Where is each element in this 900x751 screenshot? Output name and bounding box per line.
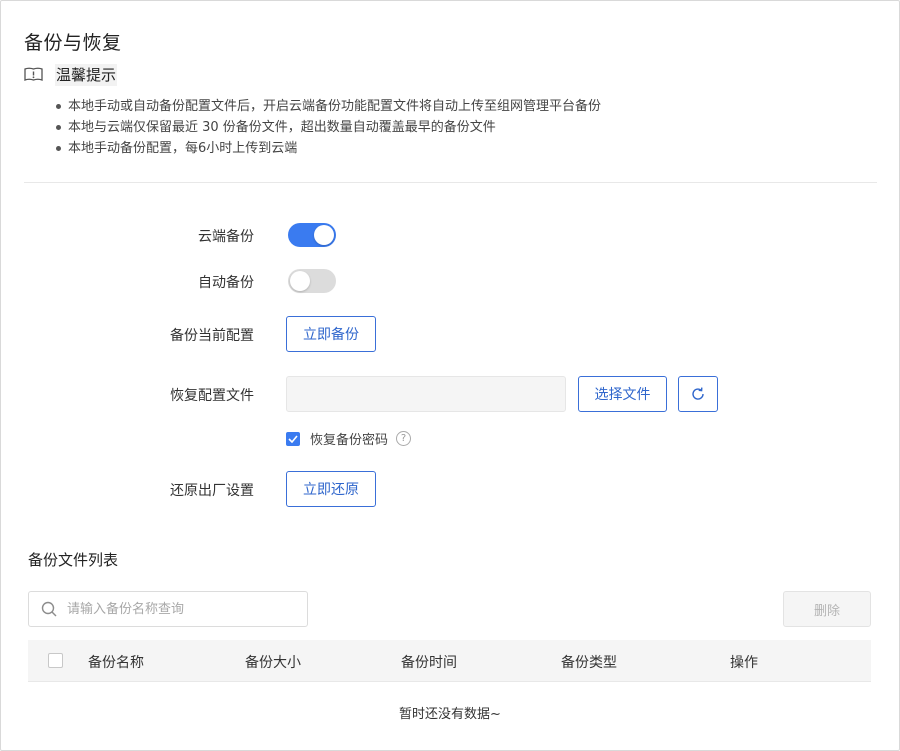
- check-icon: [288, 434, 298, 443]
- select-all-checkbox[interactable]: [48, 653, 63, 668]
- refresh-button[interactable]: [678, 376, 718, 412]
- backup-current-label: 备份当前配置: [170, 328, 254, 344]
- column-header[interactable]: 备份名称: [88, 652, 144, 672]
- reset-now-button[interactable]: 立即还原: [286, 471, 376, 507]
- column-header: 操作: [730, 655, 758, 671]
- auto-backup-label: 自动备份: [198, 275, 254, 291]
- cloud-backup-switch[interactable]: [288, 223, 336, 247]
- restore-password-checkbox[interactable]: [286, 431, 300, 446]
- auto-backup-switch[interactable]: [288, 269, 336, 293]
- delete-button[interactable]: 删除: [783, 591, 871, 627]
- column-header[interactable]: 备份大小: [245, 652, 301, 672]
- tips-item: 本地手动备份配置，每6小时上传到云端: [54, 138, 601, 159]
- factory-reset-label: 还原出厂设置: [170, 483, 254, 499]
- refresh-icon: [692, 387, 704, 400]
- empty-state-text: 暂时还没有数据~: [399, 707, 501, 722]
- restore-file-input[interactable]: [286, 376, 566, 412]
- file-list-title: 备份文件列表: [28, 551, 119, 569]
- tips-item: 本地手动或自动备份配置文件后，开启云端备份功能配置文件将自动上传至组网管理平台备…: [54, 96, 601, 117]
- column-header[interactable]: 备份类型: [561, 652, 617, 672]
- question-circle-icon[interactable]: ?: [396, 431, 412, 446]
- info-book-icon: [24, 67, 43, 81]
- select-file-button[interactable]: 选择文件: [578, 376, 667, 412]
- search-input[interactable]: [65, 600, 289, 618]
- tips-header: 温馨提示: [24, 64, 118, 86]
- page-title: 备份与恢复: [24, 32, 122, 54]
- restore-password-option: 恢复备份密码 ?: [286, 429, 412, 448]
- restore-password-label: 恢复备份密码: [310, 433, 389, 448]
- tips-list: 本地手动或自动备份配置文件后，开启云端备份功能配置文件将自动上传至组网管理平台备…: [54, 96, 601, 159]
- search-box: [28, 591, 308, 627]
- tips-title: 温馨提示: [55, 64, 118, 86]
- switch-knob: [314, 225, 334, 245]
- column-header[interactable]: 备份时间: [401, 652, 457, 672]
- backup-now-button[interactable]: 立即备份: [286, 316, 376, 352]
- switch-knob: [290, 271, 310, 291]
- cloud-backup-label: 云端备份: [198, 229, 254, 245]
- tips-item: 本地与云端仅保留最近 30 份备份文件，超出数量自动覆盖最早的备份文件: [54, 117, 601, 138]
- search-icon: [41, 601, 57, 617]
- section-divider: [24, 182, 877, 183]
- restore-file-label: 恢复配置文件: [170, 388, 254, 404]
- table-header: 备份名称 备份大小 备份时间 备份类型 操作: [28, 640, 871, 682]
